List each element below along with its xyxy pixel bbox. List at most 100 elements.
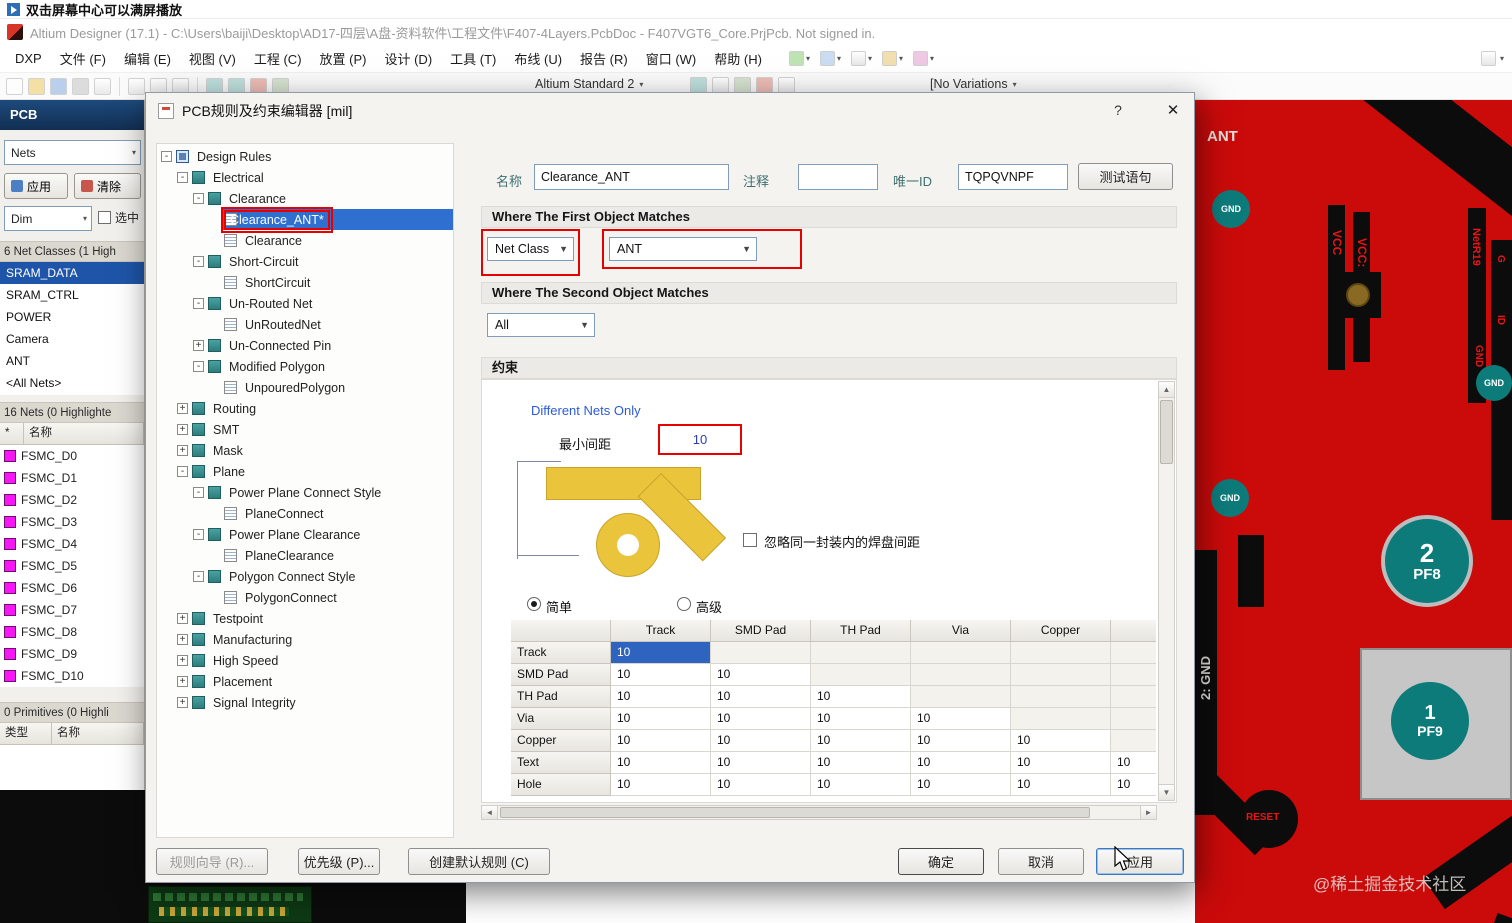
tree-item-power-plane-clearance[interactable]: - Power Plane Clearance <box>157 524 453 545</box>
menu-item[interactable]: 工具 (T) <box>441 45 505 72</box>
toolbar-profile[interactable]: Altium Standard 2 ▾ <box>535 77 643 91</box>
dim-selector[interactable]: Dim ▾ <box>4 206 92 231</box>
collapse-icon[interactable]: - <box>193 256 204 267</box>
net-class-item[interactable]: <All Nets> <box>0 372 144 394</box>
matrix-cell[interactable]: 10 <box>611 730 711 752</box>
expand-icon[interactable]: + <box>177 697 188 708</box>
scrollbar-thumb[interactable] <box>1160 400 1173 464</box>
expand-icon[interactable]: + <box>177 403 188 414</box>
expand-icon[interactable]: + <box>177 676 188 687</box>
tree-item-unroutednet[interactable]: UnRoutedNet <box>157 314 453 335</box>
menu-item[interactable]: 帮助 (H) <box>705 45 771 72</box>
matrix-cell[interactable] <box>911 686 1011 708</box>
scroll-left-icon[interactable]: ◄ <box>482 806 498 819</box>
matrix-cell[interactable] <box>911 642 1011 664</box>
menu-item[interactable]: 窗口 (W) <box>637 45 706 72</box>
name-input[interactable]: Clearance_ANT <box>534 164 729 190</box>
menu-item[interactable]: 设计 (D) <box>375 45 441 72</box>
primitives-header[interactable]: 0 Primitives (0 Highli <box>0 702 144 723</box>
matrix-cell[interactable] <box>1111 730 1156 752</box>
print-icon[interactable] <box>72 78 89 95</box>
net-class-item[interactable]: Camera <box>0 328 144 350</box>
select-checkbox[interactable]: 选中 <box>98 209 139 226</box>
matrix-cell[interactable]: 10 <box>711 664 811 686</box>
net-class-item[interactable]: POWER <box>0 306 144 328</box>
name-column-header[interactable]: 名称 <box>52 723 144 745</box>
matrix-row-header[interactable]: Text <box>511 752 611 774</box>
menu-item[interactable]: 工程 (C) <box>245 45 311 72</box>
help-button[interactable]: ? <box>1108 102 1128 118</box>
cancel-button[interactable]: 取消 <box>998 848 1084 875</box>
matrix-col-header[interactable]: Track <box>611 620 711 642</box>
priority-button[interactable]: 优先级 (P)... <box>298 848 380 875</box>
matrix-cell[interactable]: 10 <box>611 708 711 730</box>
matrix-row-header[interactable]: Hole <box>511 774 611 796</box>
collapse-icon[interactable]: - <box>193 529 204 540</box>
grid-tool-button[interactable]: ▾ <box>881 51 903 66</box>
scroll-down-icon[interactable]: ▼ <box>1159 784 1174 800</box>
net-classes-header[interactable]: 6 Net Classes (1 High <box>0 241 144 262</box>
create-default-rules-button[interactable]: 创建默认规则 (C) <box>408 848 550 875</box>
collapse-icon[interactable]: - <box>193 298 204 309</box>
workspace-panels-button[interactable]: ▾ <box>1480 51 1504 66</box>
matrix-cell[interactable]: 10 <box>611 664 711 686</box>
tree-item-testpoint[interactable]: + Testpoint <box>157 608 453 629</box>
net-item[interactable]: FSMC_D2 <box>0 489 144 511</box>
tree-item-clearance[interactable]: Clearance <box>157 230 453 251</box>
menu-item[interactable]: 文件 (F) <box>51 45 115 72</box>
tree-item-placement[interactable]: + Placement <box>157 671 453 692</box>
tree-item-plane[interactable]: - Plane <box>157 461 453 482</box>
scroll-right-icon[interactable]: ► <box>1140 806 1156 819</box>
matrix-row-header[interactable]: Track <box>511 642 611 664</box>
net-item[interactable]: FSMC_D0 <box>0 445 144 467</box>
matrix-cell[interactable] <box>1011 686 1111 708</box>
tree-item-short-circuit[interactable]: - Short-Circuit <box>157 251 453 272</box>
menu-item[interactable]: DXP <box>6 47 51 70</box>
print-preview-icon[interactable] <box>94 78 111 95</box>
save-icon[interactable] <box>50 78 67 95</box>
tree-item-design-rules[interactable]: - Design Rules <box>157 146 453 167</box>
matrix-col-header[interactable]: T <box>1111 620 1156 642</box>
net-class-item[interactable]: SRAM_CTRL <box>0 284 144 306</box>
tree-item-planeconnect[interactable]: PlaneConnect <box>157 503 453 524</box>
collapse-icon[interactable]: - <box>193 361 204 372</box>
matrix-cell[interactable]: 10 <box>711 774 811 796</box>
matrix-cell[interactable] <box>811 664 911 686</box>
matrix-cell[interactable]: 10 <box>911 752 1011 774</box>
matrix-cell[interactable]: 10 <box>711 708 811 730</box>
layers-tool-button[interactable]: ▾ <box>819 51 841 66</box>
matrix-cell[interactable] <box>811 642 911 664</box>
tree-item-polygonconnect[interactable]: PolygonConnect <box>157 587 453 608</box>
nets-selector[interactable]: Nets ▾ <box>4 140 141 165</box>
second-match-scope-select[interactable]: All ▼ <box>487 313 595 337</box>
scrollbar-thumb[interactable] <box>500 807 1090 818</box>
annotate-tool-button[interactable]: ▾ <box>788 51 810 66</box>
menu-item[interactable]: 布线 (U) <box>505 45 571 72</box>
mask-tool-button[interactable]: ▾ <box>913 51 934 66</box>
matrix-cell[interactable]: 10 <box>711 686 811 708</box>
matrix-cell[interactable]: 10 <box>711 752 811 774</box>
matrix-cell[interactable]: 10 <box>911 774 1011 796</box>
comment-input[interactable] <box>798 164 878 190</box>
matrix-cell[interactable]: 10 <box>811 752 911 774</box>
tree-item-clearance[interactable]: - Clearance <box>157 188 453 209</box>
gnd-pad[interactable]: GND <box>1476 365 1512 401</box>
net-item[interactable]: FSMC_D10 <box>0 665 144 687</box>
matrix-col-header[interactable]: Via <box>911 620 1011 642</box>
collapse-icon[interactable]: - <box>177 172 188 183</box>
align-tool-button[interactable]: ▾ <box>850 51 872 66</box>
tree-item-polygon-connect-style[interactable]: - Polygon Connect Style <box>157 566 453 587</box>
matrix-cell[interactable] <box>1111 664 1156 686</box>
cut-icon[interactable] <box>128 78 145 95</box>
different-nets-link[interactable]: Different Nets Only <box>531 403 641 418</box>
name-column-header[interactable]: 名称 <box>24 423 144 445</box>
matrix-cell[interactable]: 10 <box>611 642 711 664</box>
expand-icon[interactable]: + <box>177 634 188 645</box>
matrix-cell[interactable] <box>1011 642 1111 664</box>
new-document-icon[interactable] <box>6 78 23 95</box>
matrix-cell[interactable] <box>911 664 1011 686</box>
tree-item-mask[interactable]: + Mask <box>157 440 453 461</box>
matrix-cell[interactable]: 10 <box>911 708 1011 730</box>
menu-item[interactable]: 报告 (R) <box>571 45 637 72</box>
tree-item-manufacturing[interactable]: + Manufacturing <box>157 629 453 650</box>
